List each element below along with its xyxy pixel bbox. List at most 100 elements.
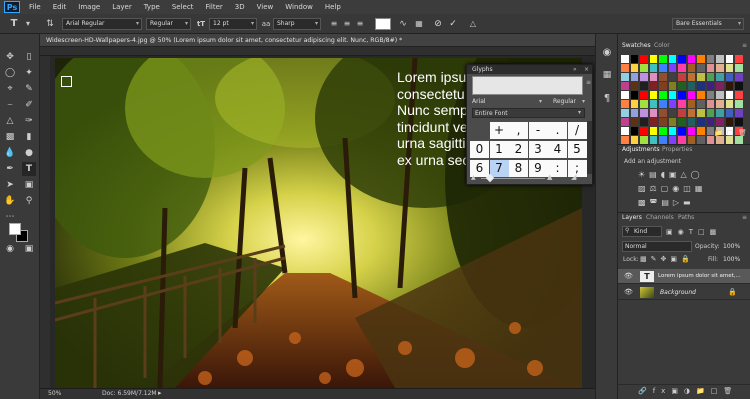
menu-window[interactable]: Window [279, 0, 319, 14]
recent-glyphs-strip[interactable] [472, 76, 583, 95]
color-swatch[interactable] [697, 118, 705, 126]
color-swatch[interactable] [706, 100, 714, 108]
color-swatch[interactable] [725, 73, 733, 81]
glyph-cell[interactable]: 1 [489, 141, 509, 158]
align-left-icon[interactable]: ≡ [328, 18, 340, 30]
rectangle-tool-icon[interactable]: ▣ [22, 178, 36, 192]
color-swatch[interactable] [649, 109, 657, 117]
color-swatch[interactable] [621, 64, 629, 72]
color-swatch[interactable] [659, 109, 667, 117]
color-swatch[interactable] [678, 82, 686, 90]
glyph-cell[interactable]: 4 [548, 141, 567, 158]
align-center-icon[interactable]: ≡ [341, 18, 353, 30]
type-tool-icon[interactable]: T [8, 18, 20, 30]
menu-edit[interactable]: Edit [47, 0, 73, 14]
color-swatch[interactable] [640, 109, 648, 117]
color-swatch[interactable] [668, 91, 676, 99]
color-swatch[interactable] [640, 118, 648, 126]
color-swatch[interactable] [678, 91, 686, 99]
color-swatch[interactable] [630, 55, 638, 63]
color-swatch[interactable] [640, 73, 648, 81]
color-swatch[interactable] [649, 82, 657, 90]
tab-adjustments[interactable]: Adjustments [622, 145, 660, 155]
glyph-cell[interactable]: + [489, 122, 509, 139]
color-swatch[interactable] [706, 82, 714, 90]
color-swatch[interactable] [706, 73, 714, 81]
lock-icons[interactable]: ▩✎✥▣🔒 [640, 255, 695, 263]
fill-value[interactable]: 100% [723, 256, 740, 263]
glyph-cell[interactable]: . [548, 122, 567, 139]
color-swatch[interactable] [668, 73, 676, 81]
new-swatch-icon[interactable]: □ [727, 129, 734, 137]
path-selection-icon[interactable]: ➤ [3, 178, 17, 192]
glyph-cell[interactable]: 9 [528, 160, 548, 177]
layer-row[interactable]: 👁 T Lorem ipsum dolor sit amet,... [618, 269, 750, 284]
resize-grip-icon[interactable]: ◢ [571, 173, 576, 181]
color-swatch[interactable] [735, 64, 743, 72]
color-swatch[interactable] [687, 82, 695, 90]
color-swatch[interactable] [659, 82, 667, 90]
status-expand-icon[interactable]: ▸ [158, 389, 162, 397]
color-swatch[interactable] [697, 82, 705, 90]
magic-wand-icon[interactable]: ✦ [22, 66, 36, 80]
color-swatch[interactable] [630, 127, 638, 135]
eye-icon[interactable]: 👁 [624, 272, 633, 280]
color-swatch[interactable] [621, 91, 629, 99]
color-swatch[interactable] [640, 136, 648, 144]
color-swatch[interactable] [649, 127, 657, 135]
color-swatch[interactable] [725, 82, 733, 90]
clone-stamp-icon[interactable]: △ [3, 114, 17, 128]
color-swatch[interactable] [687, 109, 695, 117]
style-chevron-icon[interactable]: ▾ [582, 98, 585, 105]
color-swatch[interactable] [716, 73, 724, 81]
paragraph-panel-icon[interactable]: ¶ [600, 92, 614, 106]
color-swatch[interactable] [735, 73, 743, 81]
color-swatch[interactable] [706, 64, 714, 72]
color-swatch[interactable] [630, 82, 638, 90]
glyph-cell[interactable]: / [567, 122, 587, 139]
color-swatch[interactable] [735, 82, 743, 90]
font-style-select[interactable]: Regular [146, 18, 191, 30]
color-swatch[interactable] [735, 91, 743, 99]
glyphs-style-select[interactable]: Regular [553, 98, 576, 105]
color-swatch[interactable] [621, 73, 629, 81]
text-color-swatch[interactable] [375, 18, 391, 30]
color-swatch[interactable] [706, 109, 714, 117]
color-swatch[interactable] [678, 118, 686, 126]
glyph-cell[interactable]: 0 [470, 141, 489, 158]
menu-help[interactable]: Help [319, 0, 347, 14]
glyph-cell[interactable]: 5 [567, 141, 587, 158]
layer-name[interactable]: Lorem ipsum dolor sit amet,... [658, 273, 741, 279]
document-tab[interactable]: Widescreen-HD-Wallpapers-4.jpg @ 50% (Lo… [40, 34, 595, 47]
color-swatch[interactable] [621, 127, 629, 135]
color-swatch[interactable] [630, 118, 638, 126]
menu-select[interactable]: Select [166, 0, 200, 14]
color-swatch[interactable] [678, 100, 686, 108]
color-swatch[interactable] [630, 100, 638, 108]
color-swatch[interactable] [716, 64, 724, 72]
color-swatch[interactable] [630, 73, 638, 81]
close-icon[interactable]: × [584, 65, 589, 74]
color-swatch[interactable] [687, 73, 695, 81]
commit-check-icon[interactable]: ✓ [447, 18, 459, 30]
color-swatch[interactable] [697, 109, 705, 117]
color-swatch[interactable] [659, 55, 667, 63]
color-swatch[interactable] [735, 109, 743, 117]
color-swatch[interactable] [630, 136, 638, 144]
color-swatch[interactable] [706, 127, 714, 135]
quick-mask-icon[interactable]: ◉ [3, 242, 17, 256]
color-swatch[interactable] [735, 100, 743, 108]
color-swatch[interactable] [649, 91, 657, 99]
color-swatch[interactable] [687, 55, 695, 63]
menu-3d[interactable]: 3D [229, 0, 251, 14]
color-swatch[interactable] [668, 118, 676, 126]
color-swatch[interactable] [649, 55, 657, 63]
history-brush-icon[interactable]: ✑ [22, 114, 36, 128]
color-swatch[interactable] [687, 91, 695, 99]
tab-color[interactable]: Color [654, 41, 670, 51]
color-swatch[interactable] [678, 64, 686, 72]
color-swatch[interactable] [725, 118, 733, 126]
color-swatch[interactable] [697, 100, 705, 108]
move-tool-icon[interactable]: ✥ [3, 50, 17, 64]
eye-icon[interactable]: 👁 [624, 288, 633, 296]
